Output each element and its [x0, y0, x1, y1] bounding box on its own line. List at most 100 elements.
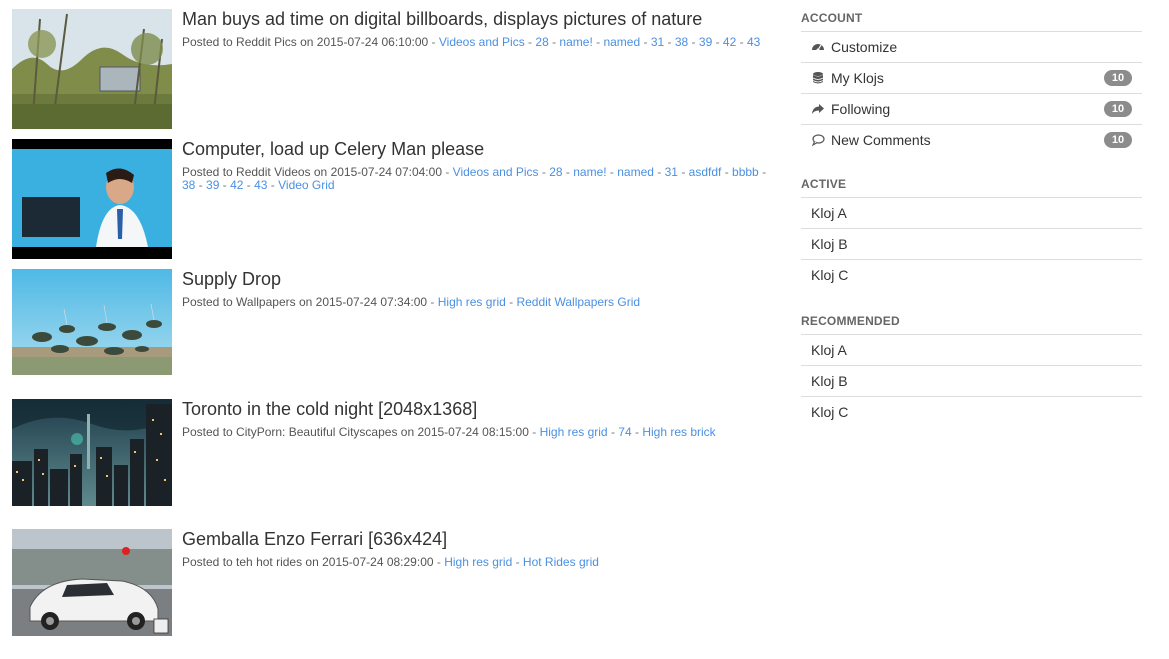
on-label: on — [397, 425, 418, 439]
tag-separator: - — [606, 165, 618, 179]
post-tag-link[interactable]: 38 — [182, 178, 195, 192]
post-title[interactable]: Supply Drop — [182, 269, 772, 289]
tag-separator: - — [677, 165, 689, 179]
tag-separator: - — [428, 35, 439, 49]
post-tag-link[interactable]: 31 — [651, 35, 664, 49]
on-label: on — [302, 555, 323, 569]
tag-separator: - — [592, 35, 604, 49]
sidebar-item-recommended-kloj[interactable]: Kloj B — [801, 366, 1142, 397]
post-title[interactable]: Toronto in the cold night [2048x1368] — [182, 399, 772, 419]
database-icon — [811, 65, 825, 84]
tag-separator: - — [433, 555, 445, 569]
posted-label: Posted to — [182, 425, 237, 439]
post-thumbnail[interactable] — [12, 9, 172, 129]
sidebar-item-new-comments[interactable]: New Comments 10 — [801, 125, 1142, 155]
sidebar-item-following[interactable]: Following 10 — [801, 94, 1142, 125]
post-tag-link[interactable]: Videos and Pics — [453, 165, 539, 179]
tag-separator: - — [640, 35, 651, 49]
sidebar-item-active-kloj[interactable]: Kloj B — [801, 229, 1142, 260]
feed-post: Gemballa Enzo Ferrari [636x424] Posted t… — [12, 529, 772, 659]
post-title[interactable]: Gemballa Enzo Ferrari [636x424] — [182, 529, 772, 549]
post-title[interactable]: Man buys ad time on digital billboards, … — [182, 9, 772, 29]
post-tag-link[interactable]: Video Grid — [278, 178, 334, 192]
post-source: teh hot rides — [236, 555, 303, 569]
sidebar-item-my-klojs[interactable]: My Klojs 10 — [801, 63, 1142, 94]
post-tag-link[interactable]: 28 — [549, 165, 562, 179]
feed-post: Man buys ad time on digital billboards, … — [12, 9, 772, 139]
tag-separator: - — [607, 425, 619, 439]
account-section: ACCOUNT Customize My Klojs 10 Following … — [801, 9, 1142, 155]
post-tag-link[interactable]: named — [603, 35, 640, 49]
tag-separator: - — [512, 555, 523, 569]
tag-separator: - — [712, 35, 723, 49]
sidebar-item-recommended-kloj[interactable]: Kloj A — [801, 335, 1142, 366]
post-tag-link[interactable]: 39 — [699, 35, 712, 49]
tag-separator: - — [721, 165, 733, 179]
post-timestamp: 2015-07-24 08:15:00 — [417, 425, 529, 439]
tag-separator: - — [528, 425, 540, 439]
tag-separator: - — [442, 165, 453, 179]
post-thumbnail[interactable] — [12, 399, 172, 519]
post-tag-link[interactable]: asdfdf — [689, 165, 722, 179]
post-tag-link[interactable]: 39 — [206, 178, 219, 192]
post-meta: Posted to Reddit Pics on 2015-07-24 06:1… — [182, 36, 772, 49]
post-meta: Posted to CityPorn: Beautiful Cityscapes… — [182, 426, 772, 439]
post-tag-link[interactable]: 42 — [723, 35, 736, 49]
post-thumbnail[interactable] — [12, 529, 172, 649]
post-tag-link[interactable]: Videos and Pics — [439, 35, 525, 49]
posted-label: Posted to — [182, 295, 237, 309]
post-meta: Posted to Reddit Videos on 2015-07-24 07… — [182, 166, 772, 192]
post-tag-link[interactable]: 43 — [747, 35, 760, 49]
post-tag-link[interactable]: named — [617, 165, 654, 179]
post-meta: Posted to Wallpapers on 2015-07-24 07:34… — [182, 296, 772, 309]
post-tag-link[interactable]: 42 — [230, 178, 243, 192]
tag-separator: - — [267, 178, 279, 192]
sidebar-item-recommended-kloj[interactable]: Kloj C — [801, 397, 1142, 427]
tag-separator: - — [219, 178, 231, 192]
sidebar-item-label: Customize — [831, 39, 898, 55]
tag-separator: - — [736, 35, 747, 49]
post-tag-link[interactable]: 74 — [618, 425, 631, 439]
post-title[interactable]: Computer, load up Celery Man please — [182, 139, 772, 159]
tag-separator: - — [562, 165, 574, 179]
post-source: CityPorn: Beautiful Cityscapes — [236, 425, 398, 439]
tag-separator: - — [427, 295, 438, 309]
section-title: ACTIVE — [801, 175, 1142, 198]
post-tag-link[interactable]: Reddit Wallpapers Grid — [516, 295, 640, 309]
post-timestamp: 2015-07-24 06:10:00 — [316, 35, 429, 49]
posted-label: Posted to — [182, 165, 237, 179]
post-tag-link[interactable]: High res grid — [444, 555, 512, 569]
feed-post: Supply Drop Posted to Wallpapers on 2015… — [12, 269, 772, 399]
post-thumbnail[interactable] — [12, 269, 172, 389]
post-tag-link[interactable]: High res grid — [438, 295, 506, 309]
on-label: on — [295, 295, 316, 309]
post-tag-link[interactable]: High res brick — [642, 425, 715, 439]
post-tag-link[interactable]: 31 — [665, 165, 678, 179]
post-tag-link[interactable]: 28 — [535, 35, 548, 49]
post-tag-link[interactable]: name! — [573, 165, 606, 179]
post-source: Wallpapers — [236, 295, 296, 309]
post-tag-link[interactable]: 43 — [254, 178, 267, 192]
tag-separator: - — [631, 425, 643, 439]
sidebar-item-active-kloj[interactable]: Kloj C — [801, 260, 1142, 290]
tag-separator: - — [243, 178, 255, 192]
post-source: Reddit Videos — [236, 165, 311, 179]
feed-post: Toronto in the cold night [2048x1368] Po… — [12, 399, 772, 529]
sidebar-item-customize[interactable]: Customize — [801, 32, 1142, 63]
post-tag-link[interactable]: 38 — [675, 35, 688, 49]
active-section: ACTIVE Kloj A Kloj B Kloj C — [801, 175, 1142, 290]
post-tag-link[interactable]: High res grid — [540, 425, 608, 439]
post-timestamp: 2015-07-24 08:29:00 — [322, 555, 434, 569]
post-thumbnail[interactable] — [12, 139, 172, 259]
post-tag-link[interactable]: Hot Rides grid — [523, 555, 599, 569]
post-tag-link[interactable]: name! — [559, 35, 592, 49]
recommended-section: RECOMMENDED Kloj A Kloj B Kloj C — [801, 312, 1142, 427]
post-tag-link[interactable]: bbbb — [732, 165, 759, 179]
sidebar-item-label: My Klojs — [831, 70, 884, 86]
on-label: on — [310, 165, 331, 179]
sidebar-item-active-kloj[interactable]: Kloj A — [801, 198, 1142, 229]
share-arrow-icon — [811, 96, 825, 114]
post-feed: Man buys ad time on digital billboards, … — [12, 9, 772, 659]
sidebar-item-label: Following — [831, 101, 891, 117]
tag-separator: - — [538, 165, 550, 179]
